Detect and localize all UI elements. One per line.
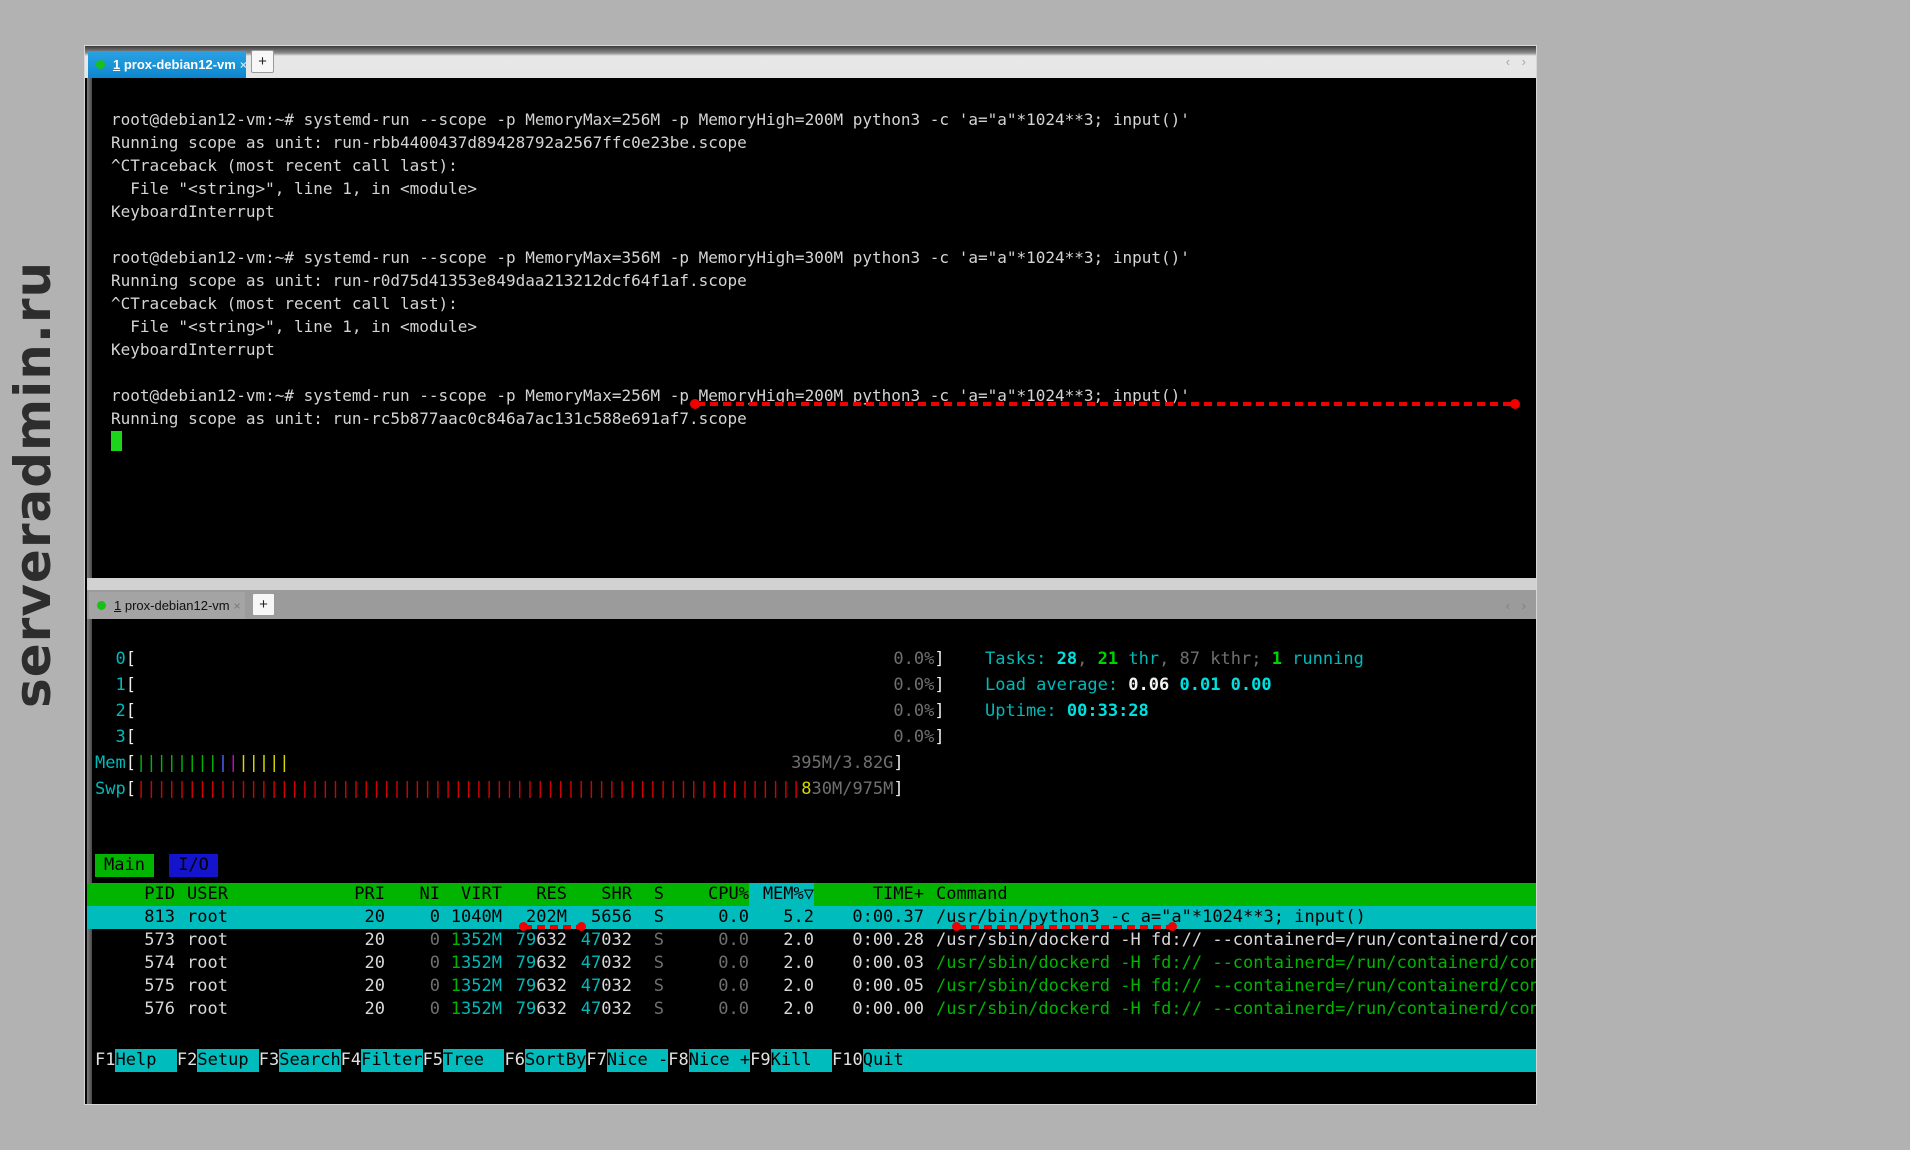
col-pid[interactable]: PID xyxy=(95,883,175,906)
fkey-f7[interactable]: F7 xyxy=(586,1049,606,1072)
new-tab-button[interactable]: + xyxy=(251,50,274,73)
htop-tab-io[interactable]: I/O xyxy=(169,854,218,877)
fkey-label[interactable]: Help xyxy=(115,1049,176,1072)
tab-nav-arrows[interactable]: ‹ › xyxy=(1506,54,1530,69)
fkey-label[interactable]: Nice + xyxy=(689,1049,750,1072)
fkey-label[interactable]: SortBy xyxy=(525,1049,586,1072)
terminal-line xyxy=(111,361,1190,384)
meter-line: 0[ 0.0%] xyxy=(95,646,945,672)
process-row[interactable]: 574root2001352M7963247032S0.02.00:00.03/… xyxy=(87,952,1536,975)
htop-tabs: Main I/O xyxy=(95,854,223,877)
fkey-label[interactable]: Quit xyxy=(863,1049,924,1072)
terminal-line: Running scope as unit: run-r0d75d41353e8… xyxy=(111,269,1190,292)
process-row[interactable]: 575root2001352M7963247032S0.02.00:00.05/… xyxy=(87,975,1536,998)
fkey-label[interactable]: Setup xyxy=(197,1049,258,1072)
window-divider xyxy=(87,578,1536,590)
tab-label: 1 prox-debian12-vm xyxy=(114,598,230,613)
process-row[interactable]: 573root2001352M7963247032S0.02.00:00.28/… xyxy=(87,929,1536,952)
new-tab-button[interactable]: + xyxy=(252,593,275,616)
summary-line: Tasks: 28, 21 thr, 87 kthr; 1 running xyxy=(985,646,1364,672)
terminal-line: root@debian12-vm:~# systemd-run --scope … xyxy=(111,246,1190,269)
terminal-line: Running scope as unit: run-rc5b877aac0c8… xyxy=(111,407,1190,430)
terminal-line: ^CTraceback (most recent call last): xyxy=(111,154,1190,177)
process-row[interactable]: 813root2001040M202M5656S0.05.20:00.37/us… xyxy=(87,906,1536,929)
summary-line: Load average: 0.06 0.01 0.00 xyxy=(985,672,1364,698)
tab-session-inactive[interactable]: 1 prox-debian12-vm × xyxy=(89,592,245,619)
scrollbar[interactable] xyxy=(87,619,92,1104)
summary-line: Uptime: 00:33:28 xyxy=(985,698,1364,724)
terminal-line: root@debian12-vm:~# systemd-run --scope … xyxy=(111,108,1190,131)
fkey-label[interactable]: Search xyxy=(279,1049,340,1072)
fkey-f4[interactable]: F4 xyxy=(341,1049,361,1072)
session-status-icon xyxy=(97,601,106,610)
htop-summary: Tasks: 28, 21 thr, 87 kthr; 1 runningLoa… xyxy=(985,646,1364,724)
terminal-line: KeyboardInterrupt xyxy=(111,200,1190,223)
terminal-line: File "<string>", line 1, in <module> xyxy=(111,177,1190,200)
terminal-top[interactable]: root@debian12-vm:~# systemd-run --scope … xyxy=(87,78,1536,578)
fkey-f8[interactable]: F8 xyxy=(668,1049,688,1072)
meter-line: Mem[||||||||||||||| 395M/3.82G] xyxy=(95,750,945,776)
meter-line: 1[ 0.0%] xyxy=(95,672,945,698)
col-s[interactable]: S xyxy=(632,883,664,906)
col-shr[interactable]: SHR xyxy=(567,883,632,906)
terminal-htop[interactable]: 0[ 0.0%] 1[ 0.0%] 2[ xyxy=(87,619,1536,1104)
htop-function-bar: F1HelpF2SetupF3SearchF4FilterF5TreeF6Sor… xyxy=(87,1049,1536,1072)
htop-tab-main[interactable]: Main xyxy=(95,854,154,877)
close-tab-icon[interactable]: × xyxy=(240,58,247,72)
col-user[interactable]: USER xyxy=(175,883,285,906)
tab-label: 1 prox-debian12-vm xyxy=(113,57,236,72)
fkey-label[interactable]: Kill xyxy=(771,1049,832,1072)
fnbar-filler xyxy=(924,1049,1536,1072)
fkey-label[interactable]: Filter xyxy=(361,1049,422,1072)
terminal-line: root@debian12-vm:~# systemd-run --scope … xyxy=(111,384,1190,407)
session-status-icon xyxy=(96,60,105,69)
col-res[interactable]: RES xyxy=(502,883,567,906)
fkey-f2[interactable]: F2 xyxy=(177,1049,197,1072)
meter-line: 2[ 0.0%] xyxy=(95,698,945,724)
fkey-label[interactable]: Nice - xyxy=(607,1049,668,1072)
tab-nav-arrows[interactable]: ‹ › xyxy=(1506,598,1530,613)
process-table: PID USER PRI NI VIRT RES SHR S CPU% MEM%… xyxy=(87,883,1536,1021)
terminal-line: Running scope as unit: run-rbb4400437d89… xyxy=(111,131,1190,154)
watermark: serveradmin.ru xyxy=(4,248,62,708)
col-command[interactable]: Command xyxy=(924,883,1536,906)
terminal-line: KeyboardInterrupt xyxy=(111,338,1190,361)
fkey-f5[interactable]: F5 xyxy=(423,1049,443,1072)
fkey-f10[interactable]: F10 xyxy=(832,1049,863,1072)
meter-line: Swp[||||||||||||||||||||||||||||||||||||… xyxy=(95,776,945,802)
fkey-f9[interactable]: F9 xyxy=(750,1049,770,1072)
terminal-cursor xyxy=(111,431,122,451)
col-time[interactable]: TIME+ xyxy=(814,883,924,906)
top-tab-bar: 1 prox-debian12-vm × + ‹ › xyxy=(85,46,1536,78)
col-virt[interactable]: VIRT xyxy=(440,883,502,906)
fkey-f3[interactable]: F3 xyxy=(259,1049,279,1072)
fkey-label[interactable]: Tree xyxy=(443,1049,504,1072)
col-mem-sort[interactable]: MEM%▽ xyxy=(749,883,814,906)
terminal-output: root@debian12-vm:~# systemd-run --scope … xyxy=(111,108,1190,430)
htop-meters: 0[ 0.0%] 1[ 0.0%] 2[ xyxy=(95,646,945,802)
col-cpu[interactable]: CPU% xyxy=(664,883,749,906)
tab-session-active[interactable]: 1 prox-debian12-vm × xyxy=(88,51,246,78)
bottom-tab-bar: 1 prox-debian12-vm × + ‹ › xyxy=(87,590,1536,619)
scrollbar[interactable] xyxy=(87,78,92,578)
col-pri[interactable]: PRI xyxy=(285,883,385,906)
terminal-line: File "<string>", line 1, in <module> xyxy=(111,315,1190,338)
process-table-header: PID USER PRI NI VIRT RES SHR S CPU% MEM%… xyxy=(87,883,1536,906)
terminal-line: ^CTraceback (most recent call last): xyxy=(111,292,1190,315)
fkey-f6[interactable]: F6 xyxy=(504,1049,524,1072)
terminal-line xyxy=(111,223,1190,246)
fkey-f1[interactable]: F1 xyxy=(95,1049,115,1072)
col-ni[interactable]: NI xyxy=(385,883,440,906)
terminal-window: 1 prox-debian12-vm × + ‹ › root@debian12… xyxy=(84,45,1537,1105)
meter-line: 3[ 0.0%] xyxy=(95,724,945,750)
close-tab-icon[interactable]: × xyxy=(234,599,241,613)
process-row[interactable]: 576root2001352M7963247032S0.02.00:00.00/… xyxy=(87,998,1536,1021)
